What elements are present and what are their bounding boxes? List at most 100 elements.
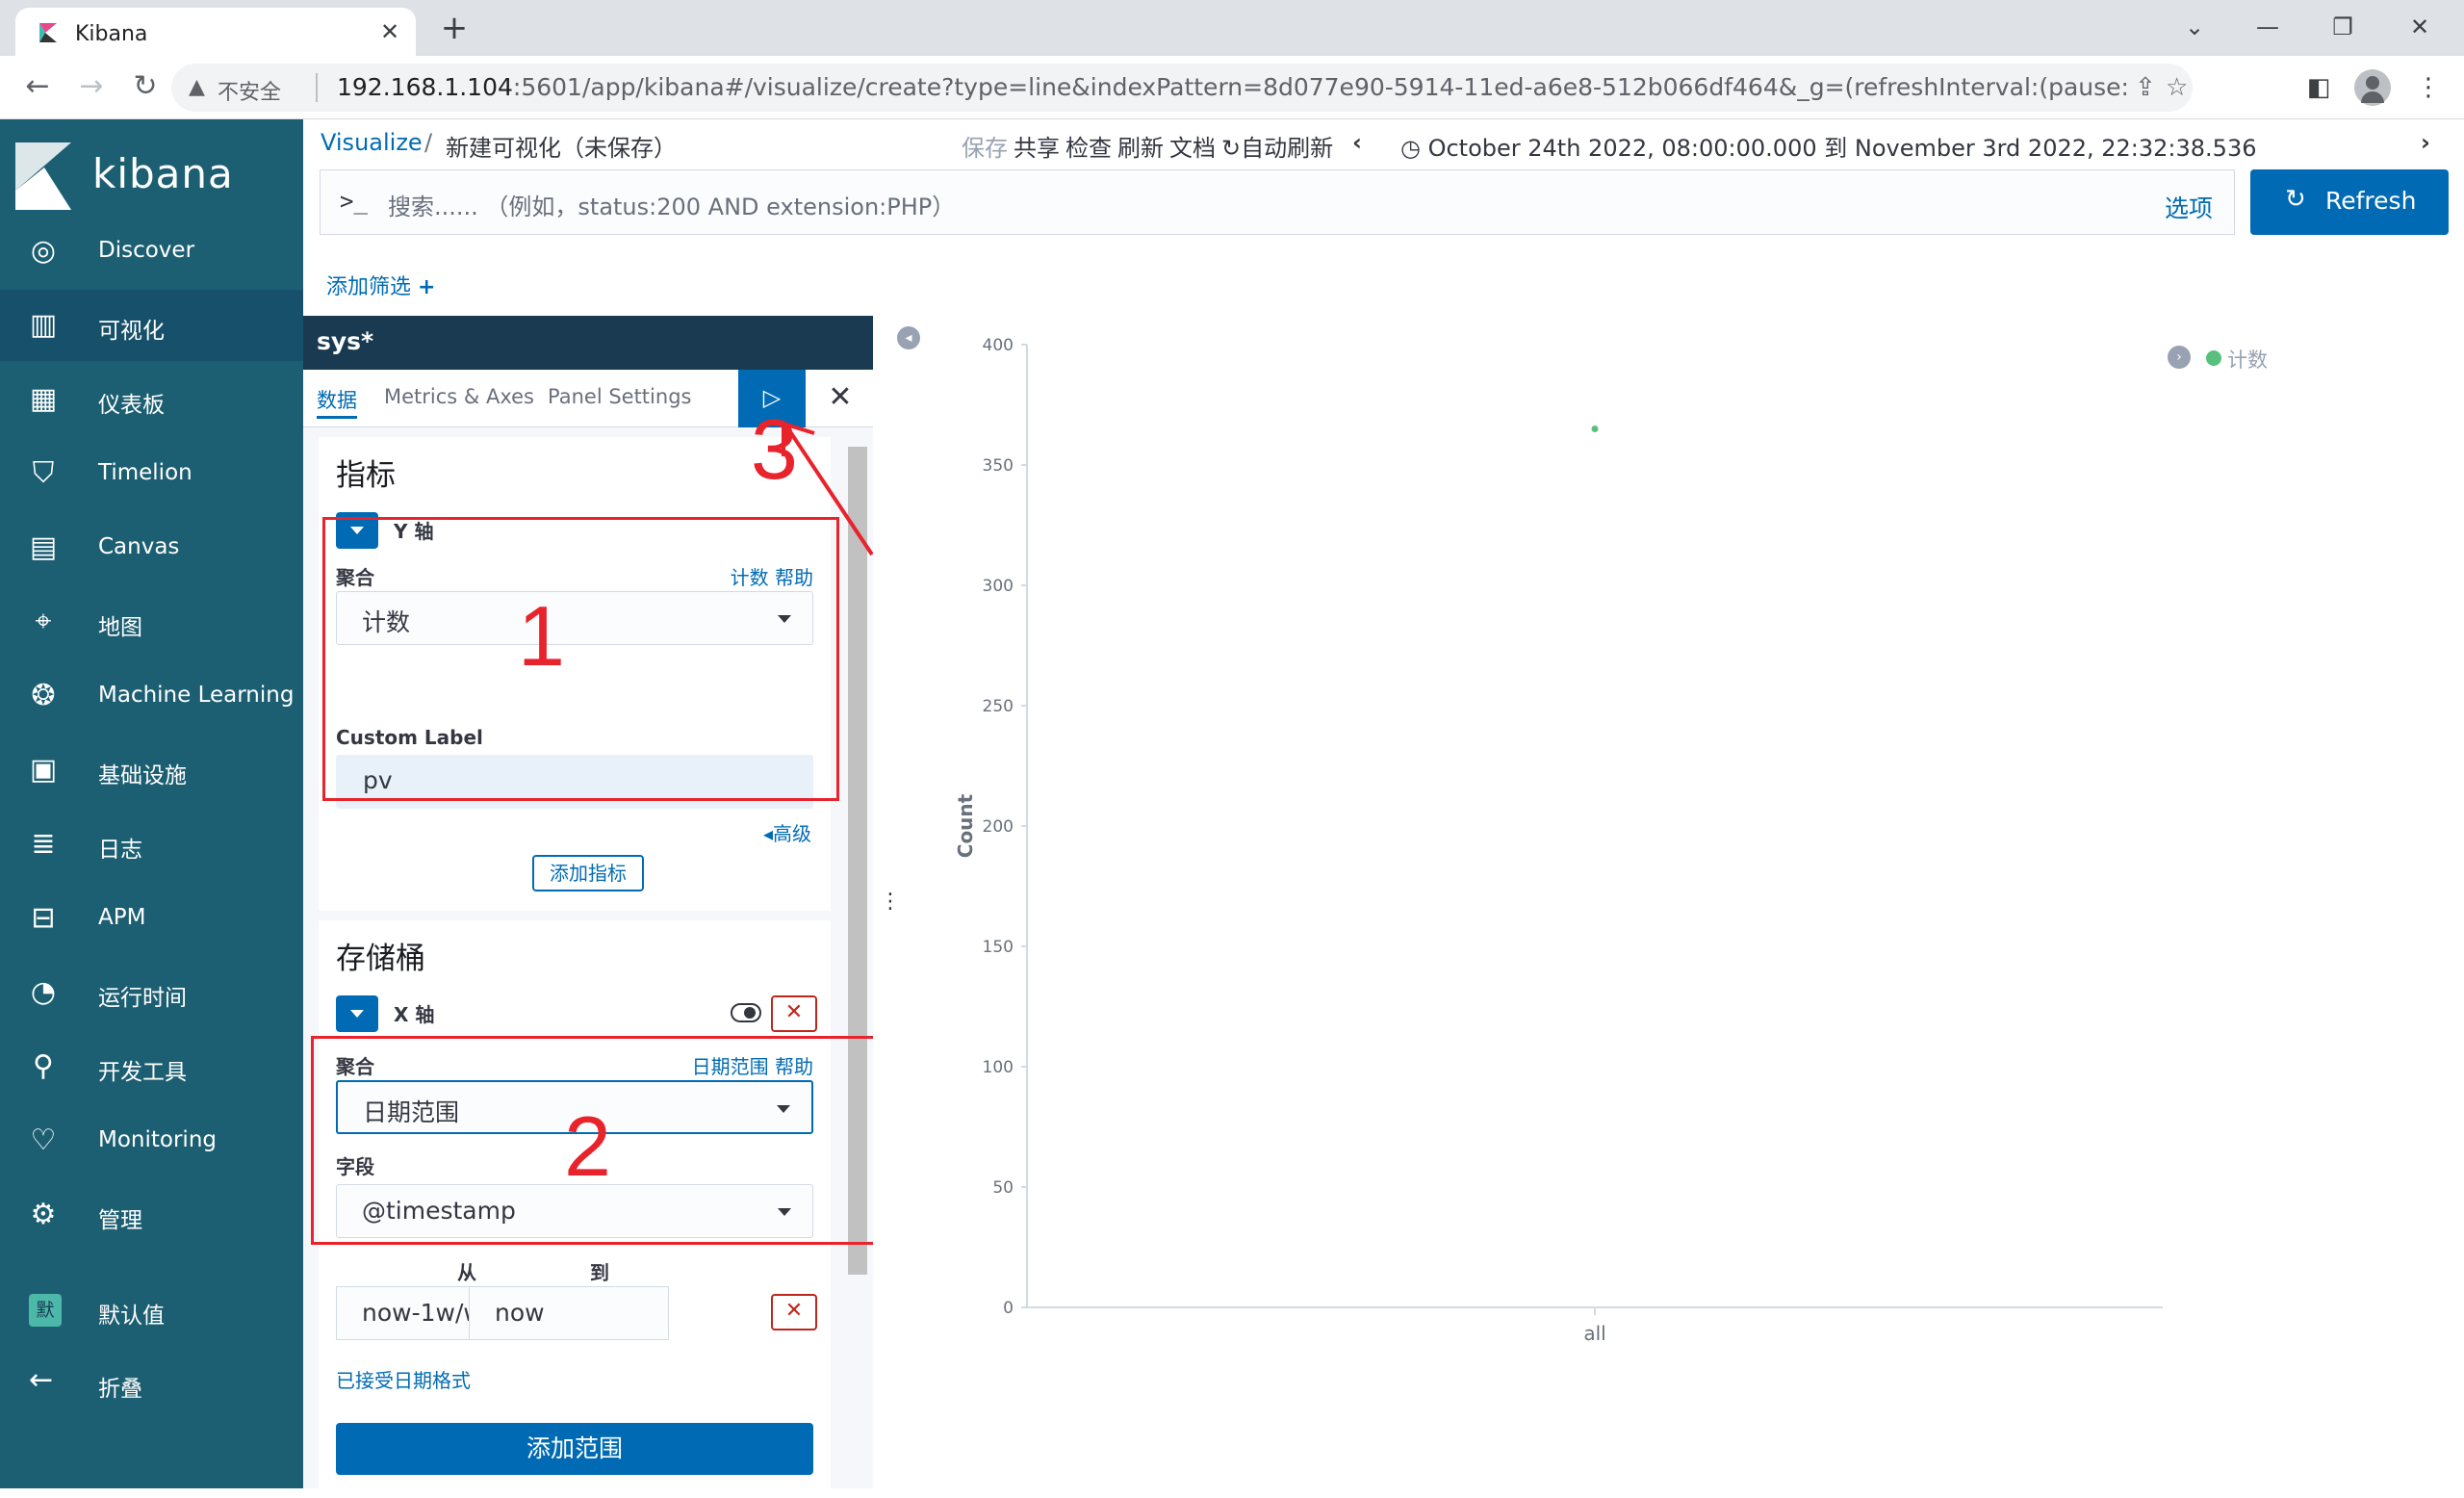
save-menu-item[interactable]: 保存 bbox=[962, 129, 1008, 163]
tab-data[interactable]: 数据 bbox=[317, 385, 357, 419]
time-prev-button[interactable]: ‹ bbox=[1352, 129, 1362, 156]
breadcrumb-separator: / bbox=[424, 129, 433, 156]
y-tick-label: 350 bbox=[983, 456, 1014, 476]
tab-close-icon[interactable]: ✕ bbox=[375, 17, 404, 46]
time-next-button[interactable]: › bbox=[2421, 129, 2430, 156]
sidebar-item-10[interactable]: ◔ 运行时间 bbox=[0, 957, 303, 1028]
sidebar-item-label: 基础设施 bbox=[98, 763, 187, 788]
share-icon[interactable]: ⇪ bbox=[2135, 73, 2156, 102]
sidebar-item-label: Discover bbox=[98, 238, 195, 263]
kibana-favicon-icon bbox=[39, 23, 57, 42]
monitoring-icon: ♡ bbox=[30, 1124, 57, 1157]
metrics-title: 指标 bbox=[336, 458, 396, 493]
compass-icon: ◎ bbox=[30, 234, 57, 268]
uptime-icon: ◔ bbox=[30, 975, 57, 1009]
range-to-input[interactable]: now bbox=[469, 1286, 669, 1340]
restore-button[interactable]: ❐ bbox=[2323, 10, 2362, 44]
query-options-link[interactable]: 选项 bbox=[2165, 190, 2213, 224]
time-range-picker[interactable]: ◷ October 24th 2022, 08:00:00.000 到 Nove… bbox=[1400, 129, 2256, 163]
sidebar-item-6[interactable]: ❂ Machine Learning bbox=[0, 660, 303, 732]
y-tick-label: 50 bbox=[992, 1178, 1014, 1198]
omnibox[interactable]: ▲ 不安全 192.168.1.104:5601/app/kibana#/vis… bbox=[171, 64, 2193, 112]
auto-refresh-menu-item[interactable]: ↻自动刷新 bbox=[1221, 129, 1333, 163]
address-bar-row: ← → ↻ ▲ 不安全 192.168.1.104:5601/app/kiban… bbox=[0, 56, 2464, 119]
tab-panel-settings[interactable]: Panel Settings bbox=[548, 385, 691, 408]
sidebar-item-11[interactable]: ⚲ 开发工具 bbox=[0, 1031, 303, 1102]
profile-avatar[interactable] bbox=[2354, 69, 2391, 106]
kibana-sidebar: kibana ◎ Discover ▥ 可视化 ▦ 仪表板 ⛉ Timelion ▤ Canvas… bbox=[0, 119, 303, 1488]
add-filter-link[interactable]: 添加筛选 + bbox=[326, 270, 435, 300]
omnibox-separator bbox=[316, 73, 318, 102]
tab-metrics-axes[interactable]: Metrics & Axes bbox=[384, 385, 534, 408]
range-from-label: 从 bbox=[457, 1261, 476, 1284]
accepted-date-formats-link[interactable]: 已接受日期格式 bbox=[336, 1365, 471, 1393]
dashboard-icon: ▦ bbox=[29, 382, 58, 416]
share-menu-item[interactable]: 共享 bbox=[1014, 129, 1060, 163]
search-input[interactable]: 搜索...... （例如，status:200 AND extension:PH… bbox=[388, 188, 955, 221]
sidebar-item-label: 日志 bbox=[98, 838, 142, 863]
time-range-text: October 24th 2022, 08:00:00.000 到 Novemb… bbox=[1427, 135, 2257, 162]
sidebar-item-5[interactable]: ⌖ 地图 bbox=[0, 586, 303, 658]
browser-tab-strip: Kibana ✕ + ⌄ — ❐ ✕ bbox=[0, 0, 2464, 56]
query-language-icon[interactable]: >_ bbox=[340, 188, 368, 215]
inspect-menu-item[interactable]: 检查 bbox=[1065, 129, 1112, 163]
remove-range-button[interactable]: ✕ bbox=[771, 1294, 817, 1330]
collapse-nav-button[interactable]: ← 折叠 bbox=[0, 1348, 303, 1419]
annotation-arrow bbox=[782, 421, 874, 556]
minimize-button[interactable]: — bbox=[2248, 10, 2287, 44]
annotation-box-1 bbox=[322, 517, 839, 801]
url-text[interactable]: 192.168.1.104:5601/app/kibana#/visualize… bbox=[337, 73, 2127, 101]
add-range-button[interactable]: 添加范围 bbox=[336, 1423, 813, 1475]
back-button[interactable]: ← bbox=[19, 69, 56, 106]
bucket-enable-toggle[interactable] bbox=[731, 1003, 761, 1022]
y-axis-title: Count bbox=[954, 793, 977, 858]
tab-search-icon[interactable]: ⌄ bbox=[2175, 10, 2214, 44]
side-panel-icon[interactable]: ◧ bbox=[2300, 69, 2337, 106]
logo-text: kibana bbox=[92, 150, 234, 197]
auto-refresh-label: 自动刷新 bbox=[1241, 135, 1334, 162]
not-secure-label[interactable]: 不安全 bbox=[218, 75, 281, 106]
refresh-menu-item[interactable]: 刷新 bbox=[1117, 129, 1164, 163]
sidebar-item-12[interactable]: ♡ Monitoring bbox=[0, 1105, 303, 1176]
url-path: :5601/app/kibana#/visualize/create?type=… bbox=[512, 73, 2127, 101]
kibana-logo[interactable]: kibana bbox=[0, 119, 303, 216]
advanced-toggle-link[interactable]: ◂高级 bbox=[763, 818, 811, 846]
sidebar-item-2[interactable]: ▦ 仪表板 bbox=[0, 364, 303, 435]
bookmark-star-icon[interactable]: ☆ bbox=[2166, 73, 2188, 102]
sidebar-item-13[interactable]: ⚙ 管理 bbox=[0, 1179, 303, 1251]
sidebar-item-label: 开发工具 bbox=[98, 1060, 187, 1085]
new-tab-button[interactable]: + bbox=[437, 12, 472, 46]
more-menu-icon[interactable]: ⋮ bbox=[2410, 69, 2447, 106]
sidebar-item-label: 运行时间 bbox=[98, 986, 187, 1011]
sidebar-item-0[interactable]: ◎ Discover bbox=[0, 216, 303, 287]
sidebar-item-9[interactable]: ⊟ APM bbox=[0, 883, 303, 954]
index-pattern-name: sys* bbox=[317, 327, 374, 355]
refresh-button-label: Refresh bbox=[2325, 187, 2417, 215]
reload-button[interactable]: ↻ bbox=[127, 69, 164, 106]
query-bar[interactable]: >_ 搜索...... （例如，status:200 AND extension… bbox=[320, 169, 2235, 235]
sidebar-item-7[interactable]: ▣ 基础设施 bbox=[0, 735, 303, 806]
sidebar-item-3[interactable]: ⛉ Timelion bbox=[0, 438, 303, 509]
docs-menu-item[interactable]: 文档 bbox=[1169, 129, 1216, 163]
sidebar-item-label: Canvas bbox=[98, 534, 180, 559]
sidebar-item-4[interactable]: ▤ Canvas bbox=[0, 512, 303, 583]
forward-button[interactable]: → bbox=[73, 69, 110, 106]
refresh-icon: ↻ bbox=[1221, 135, 1242, 162]
space-selector[interactable]: 默 默认值 bbox=[0, 1275, 303, 1346]
browser-tab[interactable]: Kibana ✕ bbox=[15, 8, 416, 56]
canvas-icon: ▤ bbox=[29, 530, 58, 564]
remove-bucket-button[interactable]: ✕ bbox=[771, 995, 817, 1032]
sidebar-item-1[interactable]: ▥ 可视化 bbox=[0, 290, 303, 361]
sidebar-item-label: 地图 bbox=[98, 615, 142, 640]
sidebar-item-8[interactable]: ≣ 日志 bbox=[0, 809, 303, 880]
filter-row: 添加筛选 + bbox=[303, 235, 2464, 316]
gear-icon: ⚙ bbox=[30, 1198, 57, 1231]
breadcrumb-visualize[interactable]: Visualize bbox=[321, 129, 423, 156]
plus-icon: + bbox=[418, 275, 436, 299]
data-point[interactable] bbox=[1591, 426, 1599, 432]
refresh-button[interactable]: ↻ Refresh bbox=[2250, 169, 2449, 235]
sidebar-item-label: 仪表板 bbox=[98, 393, 165, 418]
x-axis-collapse-toggle[interactable] bbox=[336, 995, 378, 1032]
add-metric-button[interactable]: 添加指标 bbox=[532, 855, 644, 891]
close-window-button[interactable]: ✕ bbox=[2400, 10, 2439, 44]
